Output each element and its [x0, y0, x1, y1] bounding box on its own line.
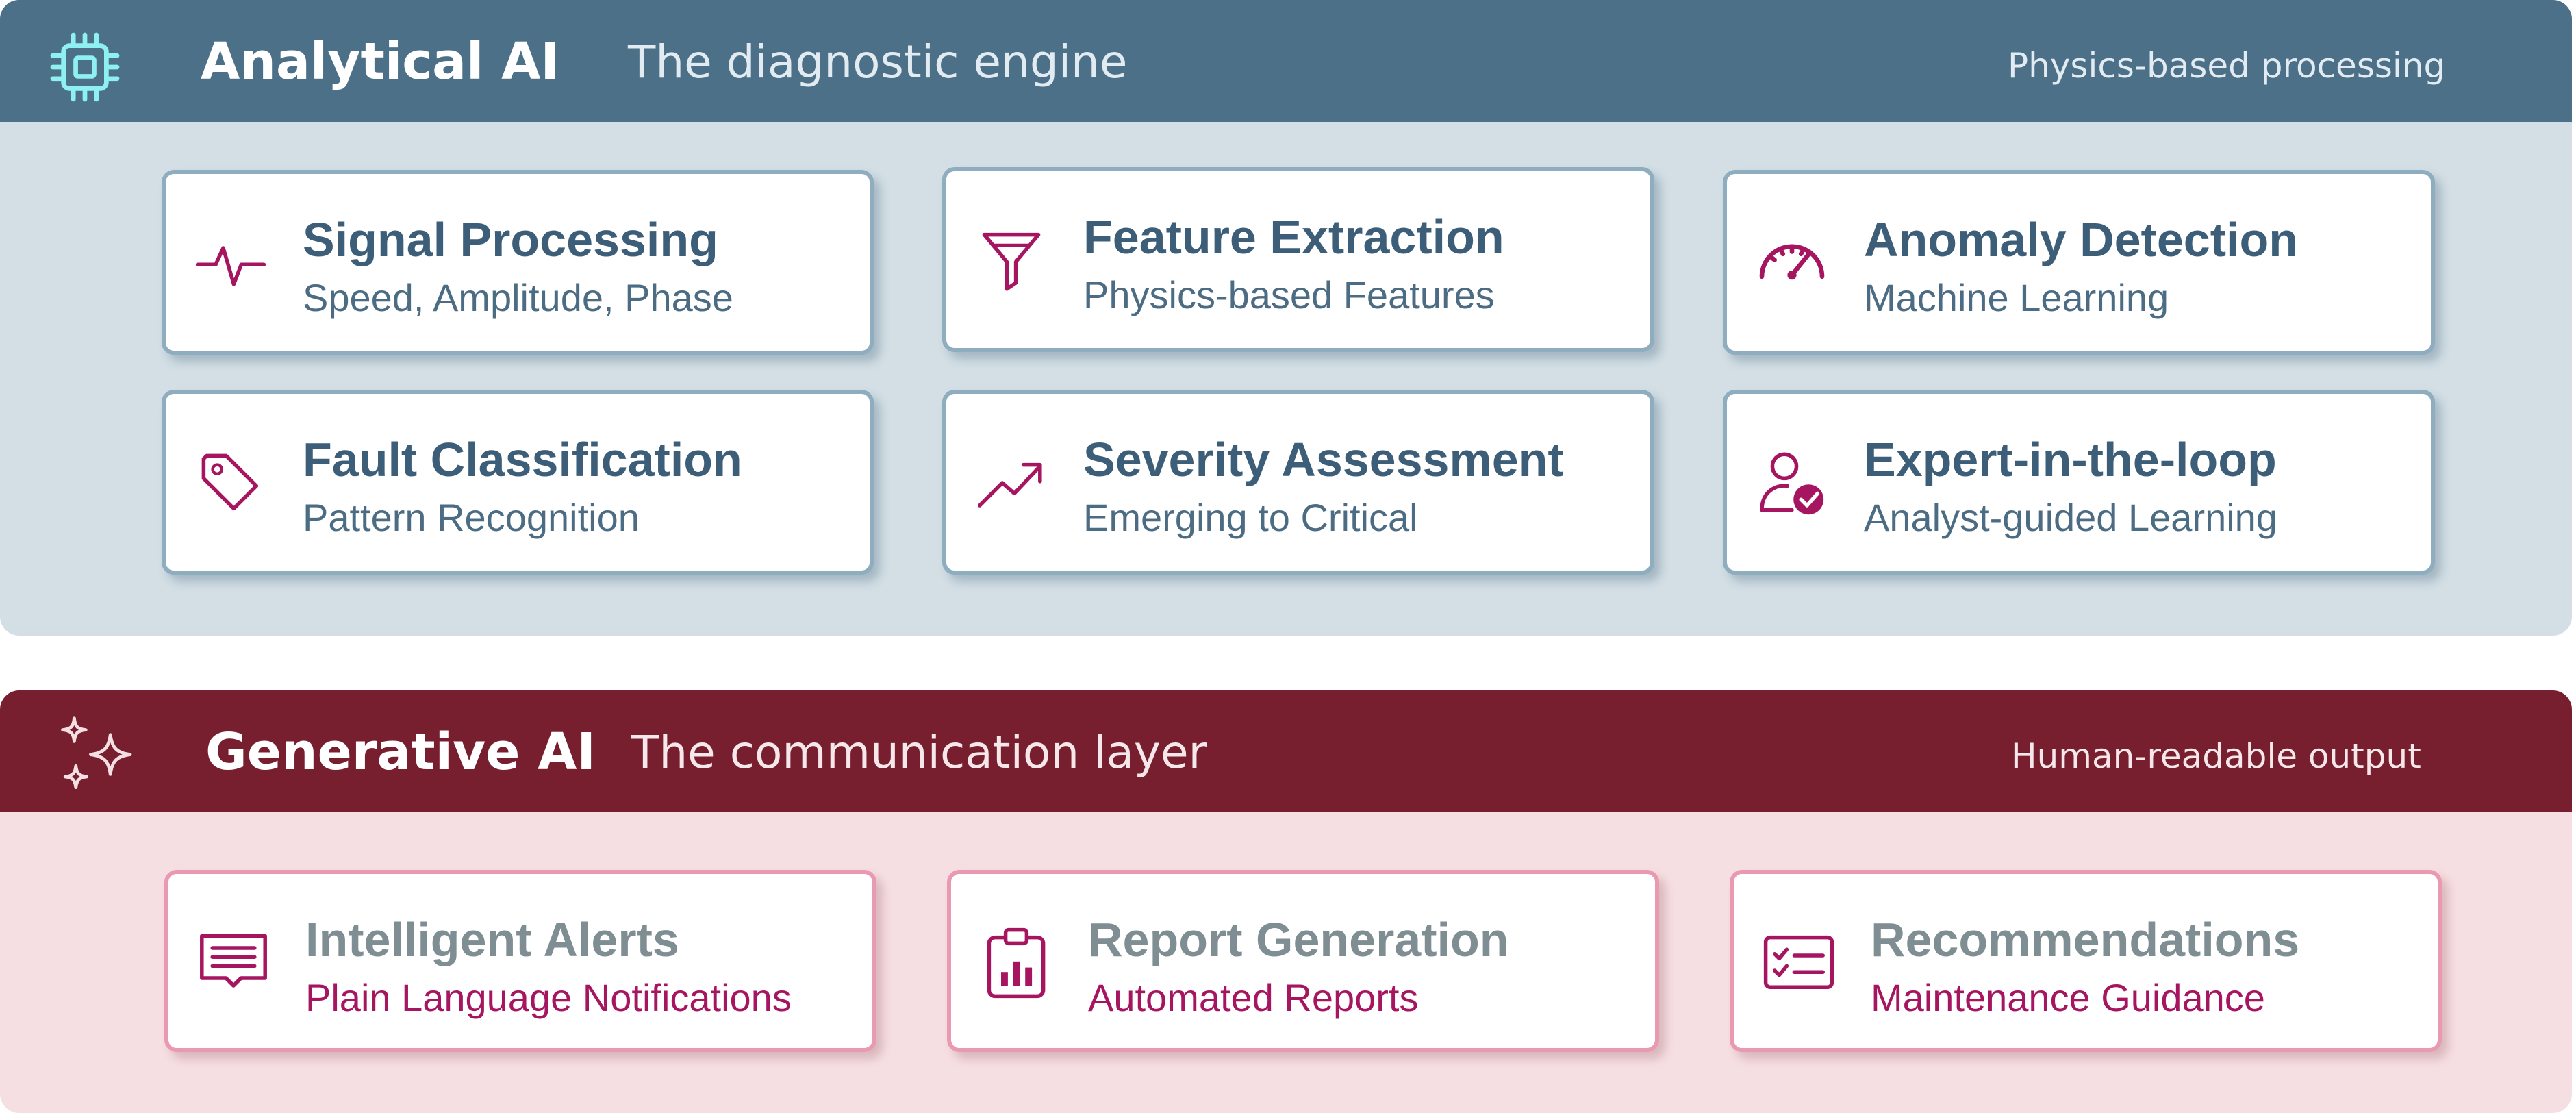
card-title: Signal Processing: [303, 213, 718, 266]
card-intelligent-alerts: Intelligent Alerts Plain Language Notifi…: [164, 870, 876, 1052]
analytical-ai-tag: Physics-based processing: [2008, 46, 2446, 86]
card-recommendations: Recommendations Maintenance Guidance: [1730, 870, 2442, 1052]
card-subtitle: Automated Reports: [1088, 976, 1419, 1019]
card-subtitle: Plain Language Notifications: [305, 976, 792, 1019]
generative-ai-subtitle: The communication layer: [631, 726, 1207, 779]
card-subtitle: Pattern Recognition: [303, 496, 640, 539]
card-fault-classification: Fault Classification Pattern Recognition: [162, 390, 874, 575]
analytical-ai-title: Analytical AI: [201, 32, 559, 91]
card-subtitle: Analyst-guided Learning: [1864, 496, 2277, 539]
checklist-icon: [1761, 925, 1836, 1001]
card-subtitle: Emerging to Critical: [1083, 496, 1418, 539]
tag-icon: [193, 445, 268, 521]
message-alert-icon: [196, 925, 271, 1001]
pulse-icon: [193, 225, 268, 301]
trend-up-icon: [974, 445, 1049, 521]
card-subtitle: Maintenance Guidance: [1871, 976, 2265, 1019]
card-anomaly-detection: Anomaly Detection Machine Learning: [1723, 170, 2435, 355]
card-title: Recommendations: [1871, 913, 2300, 966]
generative-ai-panel: Generative AI The communication layer Hu…: [0, 690, 2572, 1113]
card-feature-extraction: Feature Extraction Physics-based Feature…: [942, 167, 1654, 352]
card-title: Expert-in-the-loop: [1864, 433, 2277, 486]
analytical-ai-subtitle: The diagnostic engine: [628, 36, 1128, 88]
card-title: Severity Assessment: [1083, 433, 1564, 486]
clipboard-chart-icon: [978, 925, 1054, 1001]
card-subtitle: Physics-based Features: [1083, 273, 1495, 316]
generative-ai-tag: Human-readable output: [2011, 736, 2421, 776]
card-title: Intelligent Alerts: [305, 913, 679, 966]
generative-ai-title: Generative AI: [205, 723, 596, 781]
card-subtitle: Speed, Amplitude, Phase: [303, 276, 733, 319]
generative-ai-header: Generative AI The communication layer Hu…: [0, 690, 2572, 812]
card-title: Anomaly Detection: [1864, 213, 2298, 266]
analytical-ai-header: Analytical AI The diagnostic engine Phys…: [0, 0, 2572, 122]
chip-icon: [47, 29, 123, 105]
card-subtitle: Machine Learning: [1864, 276, 2169, 319]
card-title: Fault Classification: [303, 433, 742, 486]
analytical-ai-panel: Analytical AI The diagnostic engine Phys…: [0, 0, 2572, 636]
card-signal-processing: Signal Processing Speed, Amplitude, Phas…: [162, 170, 874, 355]
card-title: Report Generation: [1088, 913, 1509, 966]
card-report-generation: Report Generation Automated Reports: [947, 870, 1659, 1052]
card-expert-in-the-loop: Expert-in-the-loop Analyst-guided Learni…: [1723, 390, 2435, 575]
funnel-icon: [974, 223, 1049, 298]
card-severity-assessment: Severity Assessment Emerging to Critical: [942, 390, 1654, 575]
card-title: Feature Extraction: [1083, 210, 1504, 264]
user-check-icon: [1754, 445, 1830, 521]
sparkles-icon: [56, 715, 138, 797]
gauge-icon: [1754, 225, 1830, 301]
